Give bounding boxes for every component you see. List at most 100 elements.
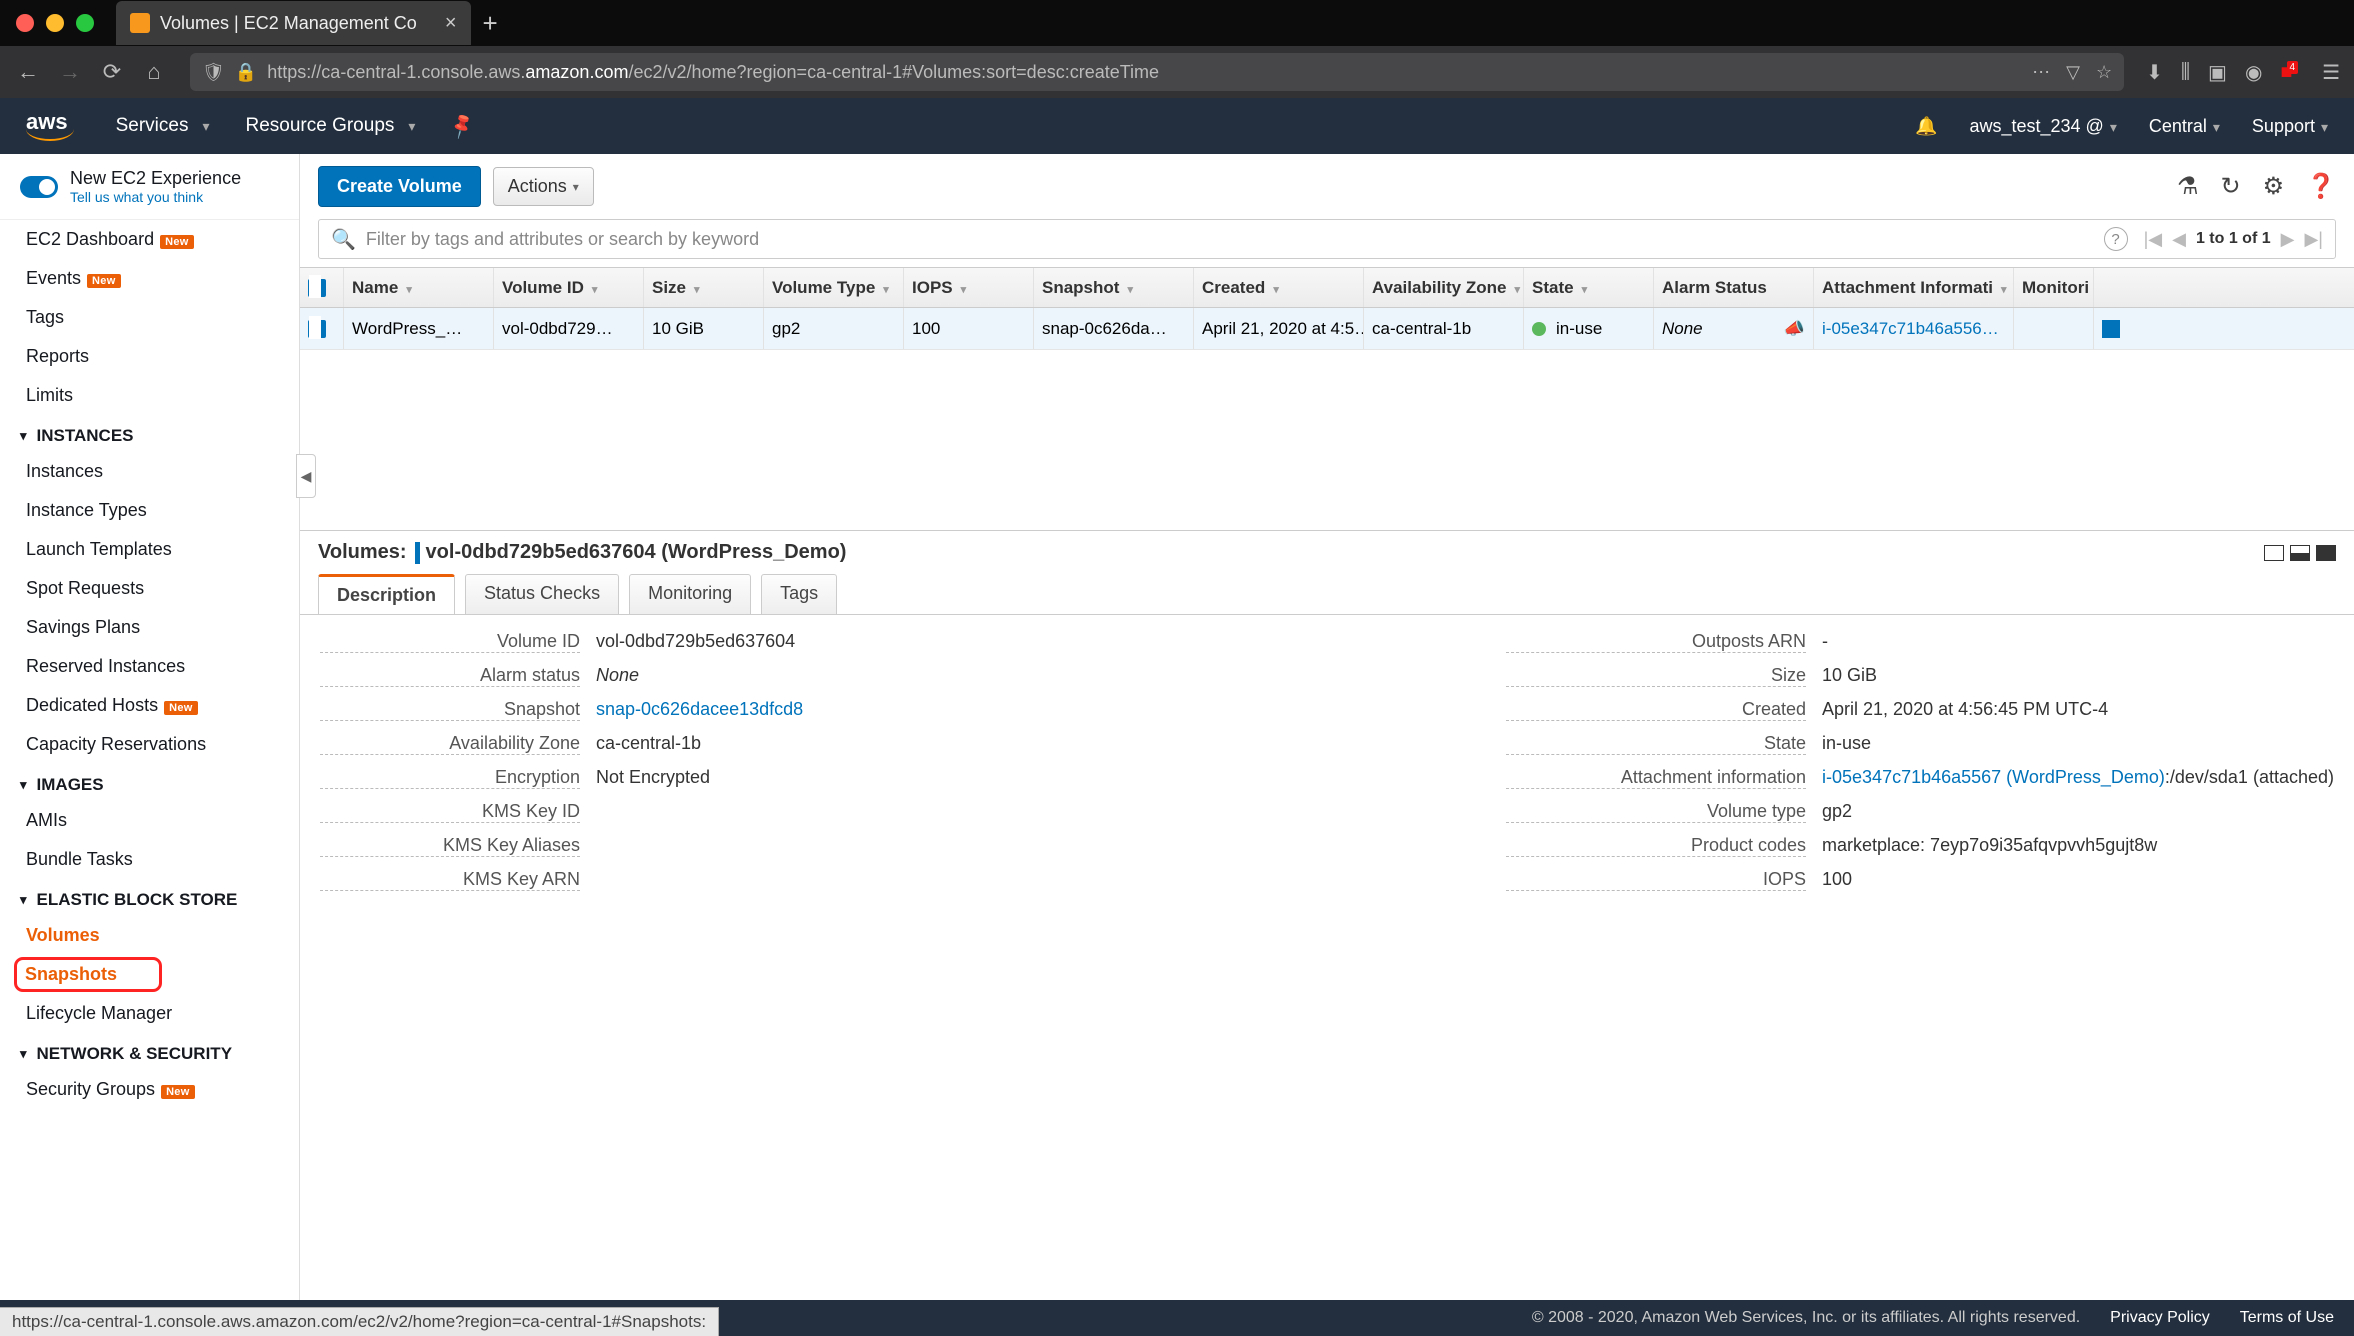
window-maximize-button[interactable] (76, 14, 94, 32)
downloads-icon[interactable]: ⬇ (2146, 60, 2163, 85)
pager-last-icon[interactable]: ▶| (2304, 229, 2323, 250)
col-volume-id[interactable]: Volume ID (494, 268, 644, 307)
footer-privacy-link[interactable]: Privacy Policy (2110, 1309, 2210, 1327)
tab-description[interactable]: Description (318, 574, 455, 614)
sidebar-item-dedicated-hosts[interactable]: Dedicated HostsNew (0, 686, 299, 725)
sidebar-item-limits[interactable]: Limits (0, 376, 299, 415)
new-tab-button[interactable]: + (483, 8, 498, 39)
support-menu[interactable]: Support (2252, 116, 2328, 137)
window-minimize-button[interactable] (46, 14, 64, 32)
sidebar-item-reserved-instances[interactable]: Reserved Instances (0, 647, 299, 686)
sidebar-item-savings-plans[interactable]: Savings Plans (0, 608, 299, 647)
shield-icon[interactable]: 🛡 (202, 62, 225, 83)
actions-button[interactable]: Actions (493, 167, 594, 206)
settings-gear-icon[interactable]: ⚙ (2263, 172, 2285, 201)
sidebar-item-snapshots[interactable]: Snapshots (0, 955, 299, 994)
snapshot-link[interactable]: snap-0c626dacee13dfcd8 (596, 699, 803, 721)
sidebar-item-instances[interactable]: Instances (0, 452, 299, 491)
col-size[interactable]: Size (644, 268, 764, 307)
detail-left-column: Volume IDvol-0dbd729b5ed637604 Alarm sta… (320, 631, 803, 891)
sidebar-item-volumes[interactable]: Volumes (0, 916, 299, 955)
menu-icon[interactable]: ☰ (2322, 60, 2340, 85)
sidebar-section-ebs[interactable]: ELASTIC BLOCK STORE (0, 879, 299, 916)
back-button[interactable]: ← (14, 58, 42, 86)
sidebar-item-amis[interactable]: AMIs (0, 801, 299, 840)
account-icon[interactable]: ◉ (2245, 60, 2262, 85)
sidebar-collapse-handle[interactable]: ◀ (296, 454, 316, 498)
tab-monitoring[interactable]: Monitoring (629, 574, 751, 614)
sidebar-section-images[interactable]: IMAGES (0, 764, 299, 801)
toggle-switch[interactable] (20, 176, 58, 198)
cell-attachment[interactable]: i-05e347c71b46a556… (1814, 308, 2014, 349)
new-experience-toggle[interactable]: New EC2 Experience Tell us what you thin… (0, 154, 299, 220)
col-alarm[interactable]: Alarm Status (1654, 268, 1814, 307)
volumes-table: Name Volume ID Size Volume Type IOPS Sna… (300, 267, 2354, 530)
sidebar-item-dashboard[interactable]: EC2 DashboardNew (0, 220, 299, 259)
bookmark-star-icon[interactable]: ☆ (2096, 62, 2112, 83)
table-row[interactable]: WordPress_… vol-0dbd729… 10 GiB gp2 100 … (300, 308, 2354, 350)
col-attachment[interactable]: Attachment Informati (1814, 268, 2014, 307)
experiment-icon[interactable]: ⚗ (2177, 172, 2199, 201)
sidebar-item-lifecycle-manager[interactable]: Lifecycle Manager (0, 994, 299, 1033)
tab-status-checks[interactable]: Status Checks (465, 574, 619, 614)
sidebar-section-network[interactable]: NETWORK & SECURITY (0, 1033, 299, 1070)
account-menu[interactable]: aws_test_234 @ (1969, 116, 2116, 137)
detail-right-column: Outposts ARN- Size10 GiB CreatedApril 21… (1506, 631, 2334, 891)
protection-icon[interactable]: ▽ (2066, 62, 2080, 83)
pager-prev-icon[interactable]: ◀ (2172, 229, 2186, 250)
sidebar-item-security-groups[interactable]: Security GroupsNew (0, 1070, 299, 1109)
sidebar-item-spot-requests[interactable]: Spot Requests (0, 569, 299, 608)
region-menu[interactable]: Central (2149, 116, 2220, 137)
refresh-icon[interactable]: ↻ (2220, 172, 2240, 201)
tab-tags[interactable]: Tags (761, 574, 837, 614)
url-bar[interactable]: 🛡 🔒 https://ca-central-1.console.aws.ama… (190, 53, 2124, 91)
lock-icon[interactable]: 🔒 (235, 62, 257, 83)
sidebar-item-events[interactable]: EventsNew (0, 259, 299, 298)
library-icon[interactable]: ⫼ (2181, 61, 2190, 84)
new-exp-subtitle[interactable]: Tell us what you think (70, 189, 241, 205)
reload-button[interactable]: ⟳ (98, 58, 126, 86)
browser-tab[interactable]: Volumes | EC2 Management Co × (116, 1, 471, 45)
sidebar-item-instance-types[interactable]: Instance Types (0, 491, 299, 530)
col-state[interactable]: State (1524, 268, 1654, 307)
url-domain: amazon.com (525, 62, 628, 83)
screenshot-icon[interactable]: ▣ (2208, 60, 2227, 85)
close-tab-icon[interactable]: × (445, 12, 457, 35)
sidebar-item-bundle-tasks[interactable]: Bundle Tasks (0, 840, 299, 879)
resource-groups-menu[interactable]: Resource Groups (245, 115, 415, 137)
services-menu[interactable]: Services (116, 115, 210, 137)
col-name[interactable]: Name (344, 268, 494, 307)
help-icon[interactable]: ❓ (2306, 172, 2336, 201)
row-checkbox[interactable] (308, 320, 326, 338)
pager-next-icon[interactable]: ▶ (2281, 229, 2295, 250)
attachment-link[interactable]: i-05e347c71b46a5567 (WordPress_Demo) (1822, 767, 2165, 787)
col-iops[interactable]: IOPS (904, 268, 1034, 307)
col-az[interactable]: Availability Zone (1364, 268, 1524, 307)
home-button[interactable]: ⌂ (140, 58, 168, 86)
footer-terms-link[interactable]: Terms of Use (2240, 1309, 2334, 1327)
sidebar-item-capacity-reservations[interactable]: Capacity Reservations (0, 725, 299, 764)
col-volume-type[interactable]: Volume Type (764, 268, 904, 307)
sidebar-item-tags[interactable]: Tags (0, 298, 299, 337)
create-volume-button[interactable]: Create Volume (318, 166, 481, 207)
col-monitoring[interactable]: Monitori (2014, 268, 2094, 307)
select-all-checkbox[interactable] (308, 279, 326, 297)
pager-first-icon[interactable]: |◀ (2144, 229, 2163, 250)
sidebar-item-reports[interactable]: Reports (0, 337, 299, 376)
col-snapshot[interactable]: Snapshot (1034, 268, 1194, 307)
alarm-bell-icon[interactable]: 📣 (1784, 319, 1805, 339)
forward-button[interactable]: → (56, 58, 84, 86)
extension-icon[interactable]: ■4 (2280, 61, 2304, 84)
sidebar-section-instances[interactable]: INSTANCES (0, 415, 299, 452)
sidebar-item-launch-templates[interactable]: Launch Templates (0, 530, 299, 569)
more-icon[interactable]: ⋯ (2032, 62, 2050, 83)
window-close-button[interactable] (16, 14, 34, 32)
pin-icon[interactable]: 📌 (451, 116, 473, 137)
panel-layout-toggles[interactable] (2264, 545, 2336, 561)
search-filter-input[interactable]: 🔍 Filter by tags and attributes or searc… (318, 219, 2336, 259)
bell-icon[interactable]: 🔔 (1915, 116, 1937, 137)
status-bar-url: https://ca-central-1.console.aws.amazon.… (0, 1307, 719, 1336)
aws-logo[interactable]: aws (26, 109, 68, 143)
search-help-icon[interactable]: ? (2104, 227, 2128, 251)
col-created[interactable]: Created (1194, 268, 1364, 307)
